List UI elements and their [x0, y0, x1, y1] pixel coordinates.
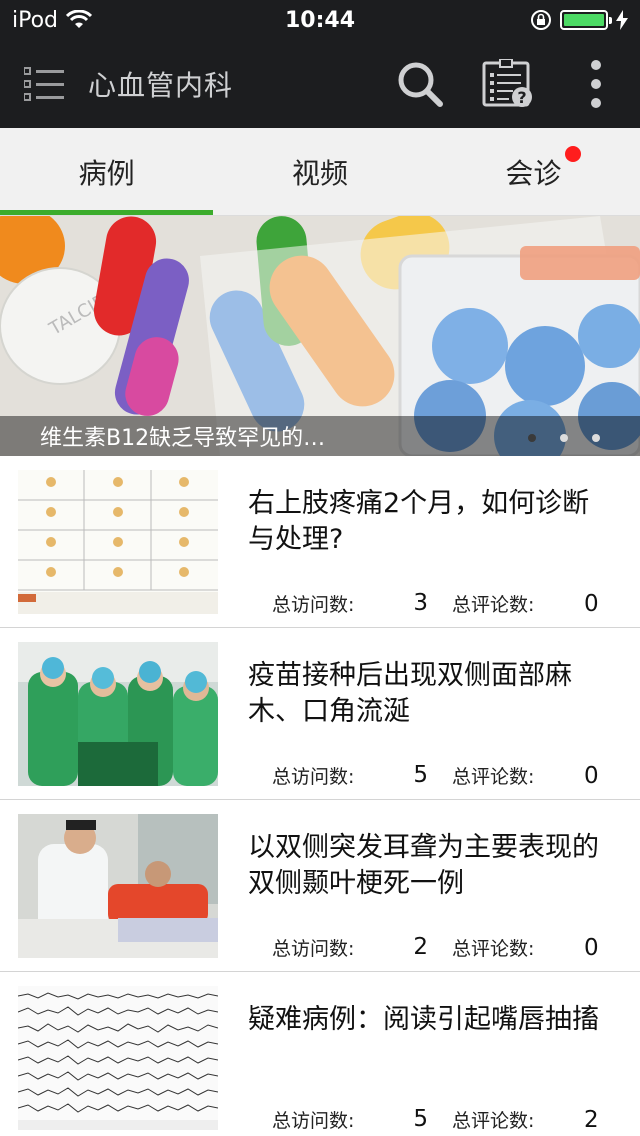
battery-icon: [560, 10, 612, 30]
visits-label: 总访问数:: [272, 938, 355, 960]
notification-badge: [565, 145, 582, 162]
carousel-dots: [528, 434, 600, 442]
comments-count: 0: [584, 763, 599, 789]
visits-block: 总访问数: 5: [272, 1106, 452, 1133]
banner-carousel[interactable]: TALCID 维生素B12缺乏导致罕见的…: [0, 216, 640, 456]
carousel-dot[interactable]: [528, 434, 536, 442]
carousel-dot[interactable]: [560, 434, 568, 442]
app-header: 心血管内科 ?: [0, 40, 640, 128]
tab-cases[interactable]: 病例: [0, 128, 214, 215]
visits-count: 3: [413, 590, 428, 616]
visits-block: 总访问数: 2: [272, 934, 452, 961]
case-title: 右上肢疼痛2个月，如何诊断与处理?: [248, 488, 590, 555]
carrier-label: iPod: [12, 7, 59, 33]
visits-count: 2: [413, 934, 428, 960]
surgeons-photo-image: [18, 642, 218, 786]
search-icon: [398, 62, 443, 107]
case-meta: 总访问数: 5 总评论数: 0: [272, 762, 599, 789]
tab-videos[interactable]: 视频: [213, 128, 426, 215]
comments-label: 总评论数:: [452, 766, 535, 788]
page-title: 心血管内科: [88, 69, 234, 102]
status-right: [530, 9, 628, 31]
case-list: 右上肢疼痛2个月，如何诊断与处理? 总访问数: 3 总评论数: 0 疫苗接种后出…: [0, 456, 640, 1136]
case-thumbnail: [18, 814, 218, 958]
comments-label: 总评论数:: [452, 594, 535, 616]
case-meta: 总访问数: 3 总评论数: 0: [272, 590, 599, 617]
comments-block: 总评论数:: [452, 1106, 588, 1133]
tab-consultation[interactable]: 会诊: [427, 128, 640, 215]
visits-block: 总访问数: 3: [272, 590, 452, 617]
tab-bar: 病例 视频 会诊: [0, 128, 640, 216]
checklist-help-icon: ?: [482, 59, 532, 107]
visits-label: 总访问数:: [272, 1110, 355, 1132]
case-list-item[interactable]: 疫苗接种后出现双侧面部麻木、口角流涎 总访问数: 5 总评论数: 0: [0, 628, 640, 800]
comments-count: 2: [584, 1107, 599, 1133]
charging-icon: [616, 10, 628, 30]
comments-count: 0: [584, 591, 599, 617]
visits-label: 总访问数:: [272, 594, 355, 616]
comments-count: 0: [584, 935, 599, 961]
case-list-item[interactable]: 以双侧突发耳聋为主要表现的双侧颞叶梗死一例 总访问数: 2 总评论数: 0: [0, 800, 640, 972]
visits-block: 总访问数: 5: [272, 762, 452, 789]
wifi-icon: [66, 10, 93, 28]
comments-block: 总评论数:: [452, 934, 588, 961]
visits-label: 总访问数:: [272, 766, 355, 788]
tab-label-text: 会诊: [505, 156, 562, 190]
case-title: 以双侧突发耳聋为主要表现的双侧颞叶梗死一例: [248, 832, 599, 899]
checklist-button[interactable]: ?: [464, 40, 552, 128]
comments-label: 总评论数:: [452, 1110, 535, 1132]
comments-block: 总评论数:: [452, 762, 588, 789]
menu-button[interactable]: [0, 40, 88, 128]
case-thumbnail: [18, 470, 218, 614]
comments-block: 总评论数:: [452, 590, 588, 617]
case-meta: 总访问数: 2 总评论数: 0: [272, 934, 599, 961]
more-vertical-icon: [591, 60, 601, 108]
status-bar: iPod 10:44: [0, 0, 640, 40]
visits-count: 5: [413, 762, 428, 788]
menu-icon: [24, 67, 64, 101]
doctor-patient-photo-image: [18, 814, 218, 958]
visits-count: 5: [413, 1106, 428, 1132]
orientation-lock-icon: [531, 10, 551, 30]
case-title: 疫苗接种后出现双侧面部麻木、口角流涎: [248, 660, 572, 727]
status-left: iPod: [12, 7, 93, 33]
case-thumbnail: [18, 986, 218, 1130]
tab-label: 视频: [291, 156, 348, 190]
case-title: 疑难病例：阅读引起嘴唇抽搐: [248, 1004, 599, 1035]
comments-label: 总评论数:: [452, 938, 535, 960]
tab-label: 病例: [78, 156, 135, 190]
battery-fill: [564, 14, 604, 26]
search-button[interactable]: [376, 40, 464, 128]
case-thumbnail: [18, 642, 218, 786]
figure-grid-image: [18, 470, 218, 614]
svg-text:?: ?: [517, 88, 526, 107]
carousel-dot[interactable]: [592, 434, 600, 442]
eeg-chart-image: [18, 986, 218, 1130]
case-list-item[interactable]: 右上肢疼痛2个月，如何诊断与处理? 总访问数: 3 总评论数: 0: [0, 456, 640, 628]
case-list-item[interactable]: 疑难病例：阅读引起嘴唇抽搐 总访问数: 5 总评论数: 2: [0, 972, 640, 1136]
tab-label: 会诊: [505, 145, 582, 192]
more-button[interactable]: [552, 40, 640, 128]
case-meta: 总访问数: 5 总评论数: 2: [272, 1106, 599, 1133]
